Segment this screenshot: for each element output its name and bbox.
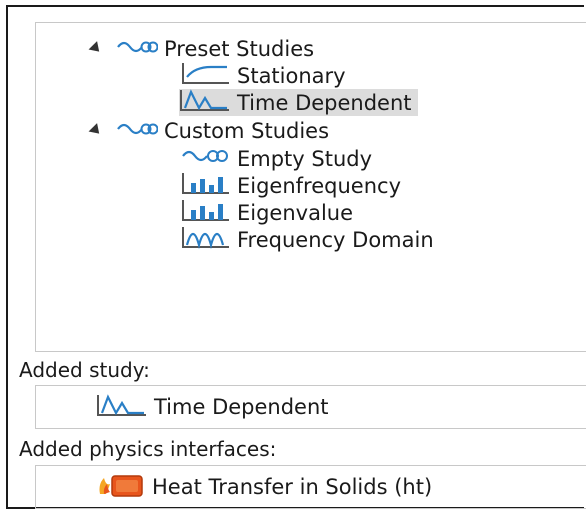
added-study-value: Time Dependent [154, 395, 329, 419]
tree-item-frequency-domain[interactable]: Frequency Domain [181, 226, 434, 253]
bar-chart-icon [181, 198, 231, 227]
tree-node-custom-studies[interactable]: Custom Studies [88, 117, 330, 144]
added-physics-box: Heat Transfer in Solids (ht) [35, 465, 586, 509]
tree-item-eigenvalue[interactable]: Eigenvalue [181, 199, 353, 226]
tree-label-preset-studies: Preset Studies [164, 36, 315, 61]
tree-item-eigenfrequency[interactable]: Eigenfrequency [181, 172, 401, 199]
tree-label-custom-studies: Custom Studies [164, 118, 330, 143]
collapse-arrow-icon[interactable] [88, 41, 104, 56]
tree-item-empty-study[interactable]: Empty Study [181, 145, 372, 172]
added-study-label: Added study: [19, 358, 150, 382]
frequency-domain-icon [181, 225, 231, 254]
study-tree: Preset Studies Stationary Time Dependent [35, 22, 586, 352]
added-physics-label: Added physics interfaces: [19, 437, 277, 461]
collapse-arrow-icon[interactable] [88, 123, 104, 138]
tree-item-stationary[interactable]: Stationary [181, 62, 346, 89]
tree-label-eigenfrequency: Eigenfrequency [237, 173, 401, 198]
tree-label-frequency-domain: Frequency Domain [237, 227, 434, 252]
tree-label-stationary: Stationary [237, 63, 346, 88]
study-group-icon [116, 37, 159, 61]
tree-node-preset-studies[interactable]: Preset Studies [88, 35, 315, 62]
time-dependent-icon [96, 393, 148, 422]
bar-chart-icon [181, 171, 231, 200]
tree-item-time-dependent[interactable]: Time Dependent [179, 89, 418, 116]
time-dependent-icon [179, 88, 231, 117]
tree-label-empty-study: Empty Study [237, 146, 373, 171]
added-physics-value: Heat Transfer in Solids (ht) [152, 475, 433, 499]
tree-label-eigenvalue: Eigenvalue [237, 200, 354, 225]
study-group-icon [116, 119, 159, 143]
tree-label-time-dependent: Time Dependent [237, 90, 412, 115]
heat-transfer-icon [96, 472, 146, 503]
stationary-icon [181, 61, 231, 90]
empty-study-icon [181, 146, 231, 171]
added-study-box: Time Dependent [35, 385, 586, 429]
